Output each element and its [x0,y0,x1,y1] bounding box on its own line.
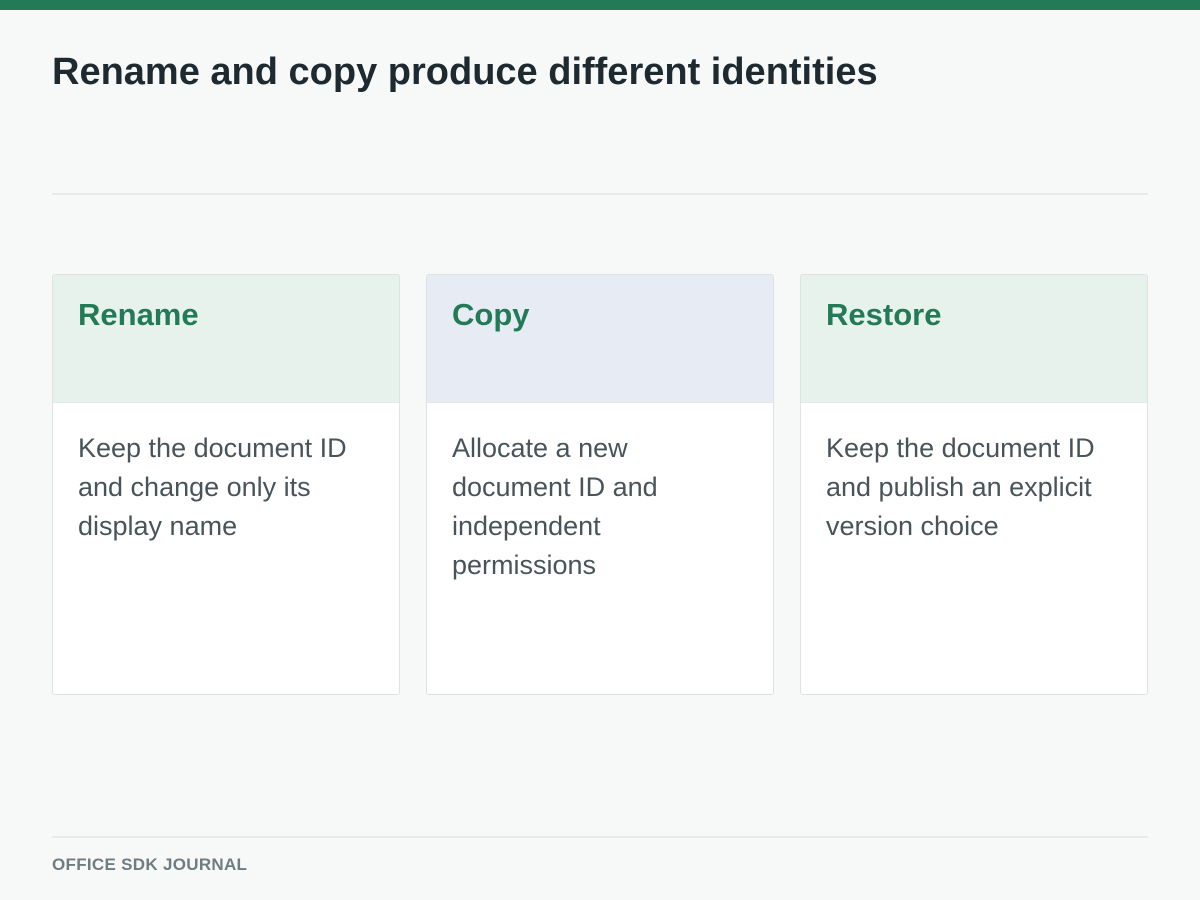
card-header: Rename [53,275,399,403]
card-title: Restore [826,297,942,332]
header-divider [52,193,1148,195]
card-description: Keep the document ID and change only its… [78,433,347,541]
card-header: Restore [801,275,1147,403]
card-title: Rename [78,297,199,332]
page-title: Rename and copy produce different identi… [52,51,878,93]
card-description: Keep the document ID and publish an expl… [826,433,1095,541]
footer-publication-name: OFFICE SDK JOURNAL [52,855,248,874]
card-restore: Restore Keep the document ID and publish… [800,274,1148,695]
card-rename: Rename Keep the document ID and change o… [52,274,400,695]
accent-top-bar [0,0,1200,10]
card-title: Copy [452,297,530,332]
card-description: Allocate a new document ID and independe… [452,433,658,580]
card-header: Copy [427,275,773,403]
card-copy: Copy Allocate a new document ID and inde… [426,274,774,695]
footer-divider [52,836,1148,838]
